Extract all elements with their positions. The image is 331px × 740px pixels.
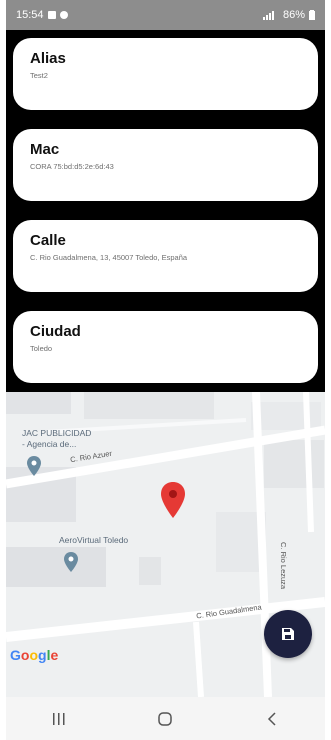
city-card[interactable]: Ciudad Toledo — [13, 311, 318, 383]
place-label-jac-line2[interactable]: - Agencia de... — [22, 439, 76, 449]
alias-card[interactable]: Alias Test2 — [13, 38, 318, 110]
home-icon — [158, 711, 173, 726]
status-time: 15:54 — [16, 9, 44, 21]
road-label-lezuza: C. Rio Lezuza — [279, 542, 288, 590]
save-icon — [282, 628, 294, 640]
home-button[interactable] — [145, 704, 185, 734]
place-pin-icon[interactable] — [64, 552, 78, 572]
city-value: Toledo — [30, 344, 53, 353]
signal-icon — [262, 10, 274, 20]
device-info-list: Alias Test2 Mac CORA 75:bd:d5:2e:6d:43 C… — [6, 30, 325, 390]
mac-value: CORA 75:bd:d5:2e:6d:43 — [30, 162, 114, 171]
place-pin-icon[interactable] — [27, 456, 41, 476]
street-value: C. Rio Guadalmena, 13, 45007 Toledo, Esp… — [30, 253, 188, 262]
battery-percent: 86% — [282, 9, 305, 21]
mac-card[interactable]: Mac CORA 75:bd:d5:2e:6d:43 — [13, 129, 318, 201]
save-button[interactable] — [264, 610, 312, 658]
gallery-notification-icon — [47, 11, 56, 19]
place-label-jac-line1[interactable]: JAC PUBLICIDAD — [22, 428, 91, 438]
app-notification-icon — [59, 11, 68, 19]
battery-icon — [309, 10, 315, 20]
status-bar: 15:54 86% — [6, 0, 325, 30]
alias-value: Test2 — [30, 71, 48, 80]
recents-button[interactable] — [39, 704, 79, 734]
recents-icon — [53, 712, 65, 725]
street-label: Calle — [30, 232, 66, 249]
back-button[interactable] — [252, 704, 292, 734]
street-card[interactable]: Calle C. Rio Guadalmena, 13, 45007 Toled… — [13, 220, 318, 292]
system-navigation-bar — [6, 697, 325, 740]
mac-label: Mac — [30, 141, 60, 158]
city-label: Ciudad — [30, 323, 81, 340]
location-marker-icon[interactable] — [161, 482, 185, 518]
google-logo: Google — [10, 647, 59, 663]
alias-label: Alias — [30, 50, 66, 67]
place-label-aerovirtual[interactable]: AeroVirtual Toledo — [59, 535, 128, 545]
back-icon — [267, 711, 276, 726]
